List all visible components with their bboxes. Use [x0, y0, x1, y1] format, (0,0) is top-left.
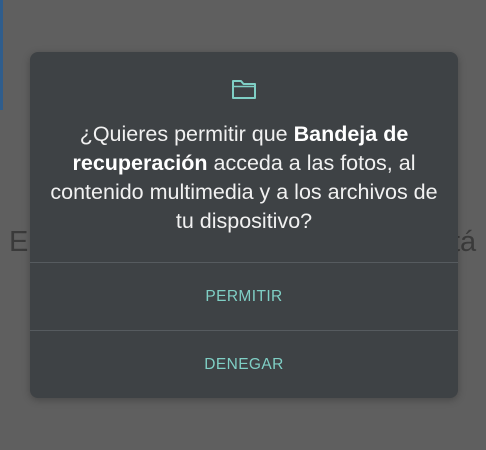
message-prefix: ¿Quieres permitir que: [79, 122, 294, 146]
background-accent-bar: [0, 0, 3, 110]
deny-button[interactable]: DENEGAR: [30, 331, 458, 398]
permission-message: ¿Quieres permitir que Bandeja de recuper…: [46, 120, 442, 236]
allow-button[interactable]: PERMITIR: [30, 263, 458, 330]
permission-dialog: ¿Quieres permitir que Bandeja de recuper…: [30, 52, 458, 398]
folder-icon: [232, 80, 256, 99]
